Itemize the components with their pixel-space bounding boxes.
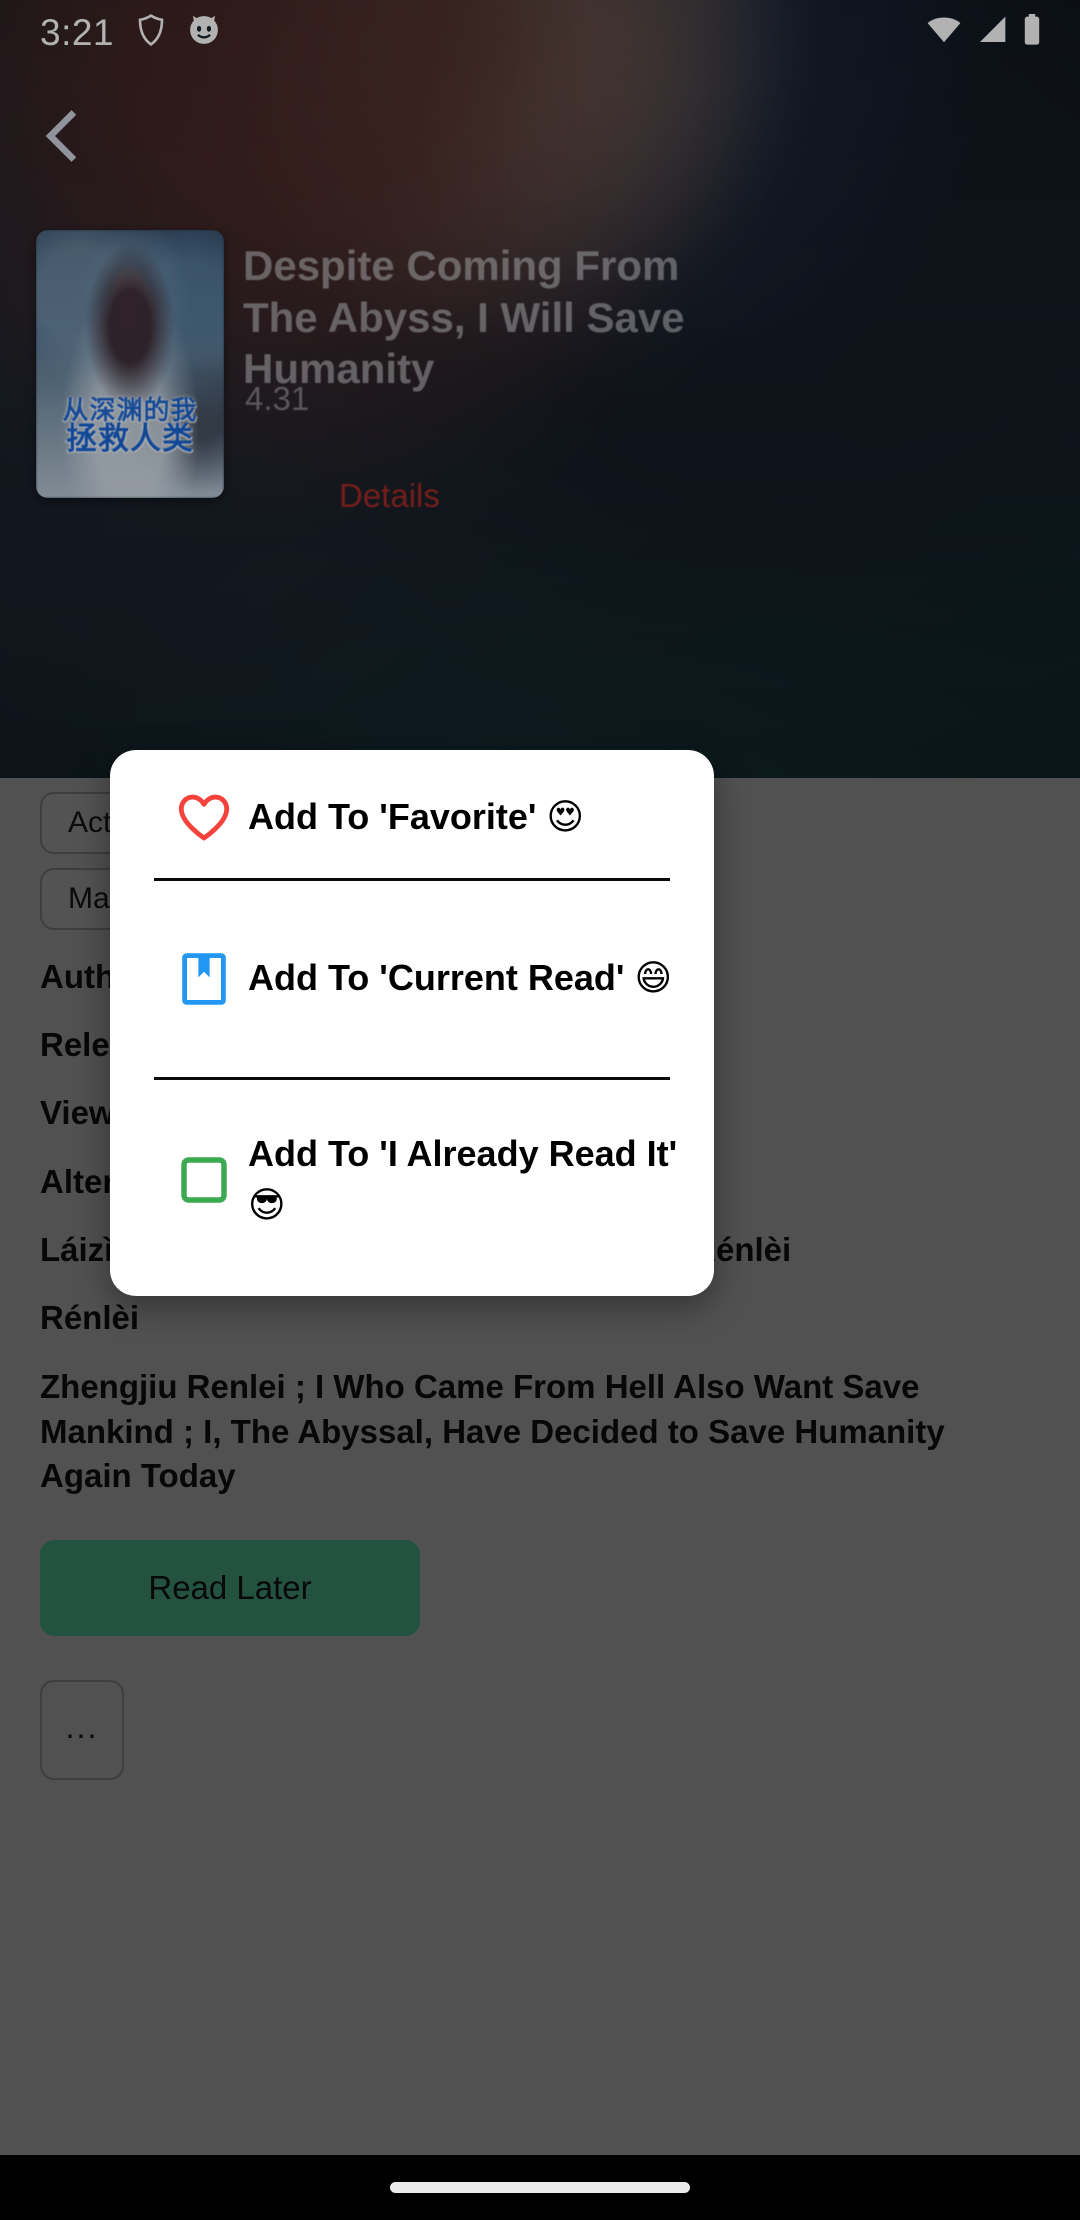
option-add-to-favorite[interactable]: Add To 'Favorite' 😍 (110, 750, 714, 878)
empty-checkbox-icon (160, 1155, 248, 1205)
phone-screen: 3:21 从深渊的我 拯救人类 Despite Coming From The … (0, 0, 1080, 2220)
status-bar-right (926, 13, 1080, 51)
option-label-text: Add To 'Favorite' (248, 796, 547, 838)
meta-alternative-line-2: Rénlèi (40, 1299, 140, 1337)
home-gesture-pill[interactable] (390, 2182, 690, 2193)
heart-eyes-emoji: 😍 (546, 797, 584, 839)
battery-icon (1022, 13, 1042, 51)
alternative-titles-text: Zhengjiu Renlei ; I Who Came From Hell A… (40, 1368, 945, 1494)
bookmark-book-icon (160, 951, 248, 1007)
rating-value: 4.31 (245, 380, 310, 417)
status-bar-left: 3:21 (0, 13, 220, 52)
wifi-icon (926, 15, 962, 50)
page-title: Despite Coming From The Abyss, I Will Sa… (243, 242, 685, 393)
option-label: Add To 'I Already Read It' 😎 (248, 1129, 714, 1231)
details-link[interactable]: Details (339, 477, 440, 515)
chevron-left-icon (38, 109, 82, 168)
cat-face-icon (188, 14, 220, 51)
cellular-signal-icon (976, 15, 1008, 50)
cover-artwork (36, 230, 224, 498)
option-label: Add To 'Current Read' 😄 (248, 953, 700, 1004)
sunglasses-emoji: 😎 (248, 1184, 286, 1226)
option-add-to-current-read[interactable]: Add To 'Current Read' 😄 (110, 881, 714, 1077)
status-bar: 3:21 (0, 0, 1080, 64)
status-bar-clock: 3:21 (40, 11, 115, 53)
option-label-text: Add To 'Current Read' (248, 957, 635, 999)
add-to-list-dialog: Add To 'Favorite' 😍 Add To 'Current Read… (110, 750, 714, 1296)
cover-thumbnail[interactable]: 从深渊的我 拯救人类 (36, 230, 224, 498)
option-label-text: Add To 'I Already Read It' (248, 1133, 678, 1175)
more-options-button[interactable]: ... (40, 1680, 124, 1781)
heart-outline-icon (160, 793, 248, 843)
option-label: Add To 'Favorite' 😍 (248, 792, 612, 843)
cover-logo-top: 从深渊的我 (62, 395, 198, 426)
grinning-smiling-eyes-emoji: 😄 (634, 958, 672, 1000)
shield-icon (136, 13, 166, 52)
option-add-to-already-read[interactable]: Add To 'I Already Read It' 😎 (110, 1080, 714, 1296)
read-later-button[interactable]: Read Later (40, 1540, 420, 1637)
cover-title-logo: 从深渊的我 拯救人类 (36, 398, 224, 456)
back-button[interactable] (22, 100, 98, 176)
cover-logo-main: 拯救人类 (66, 421, 194, 458)
system-navigation-bar (0, 2155, 1080, 2220)
